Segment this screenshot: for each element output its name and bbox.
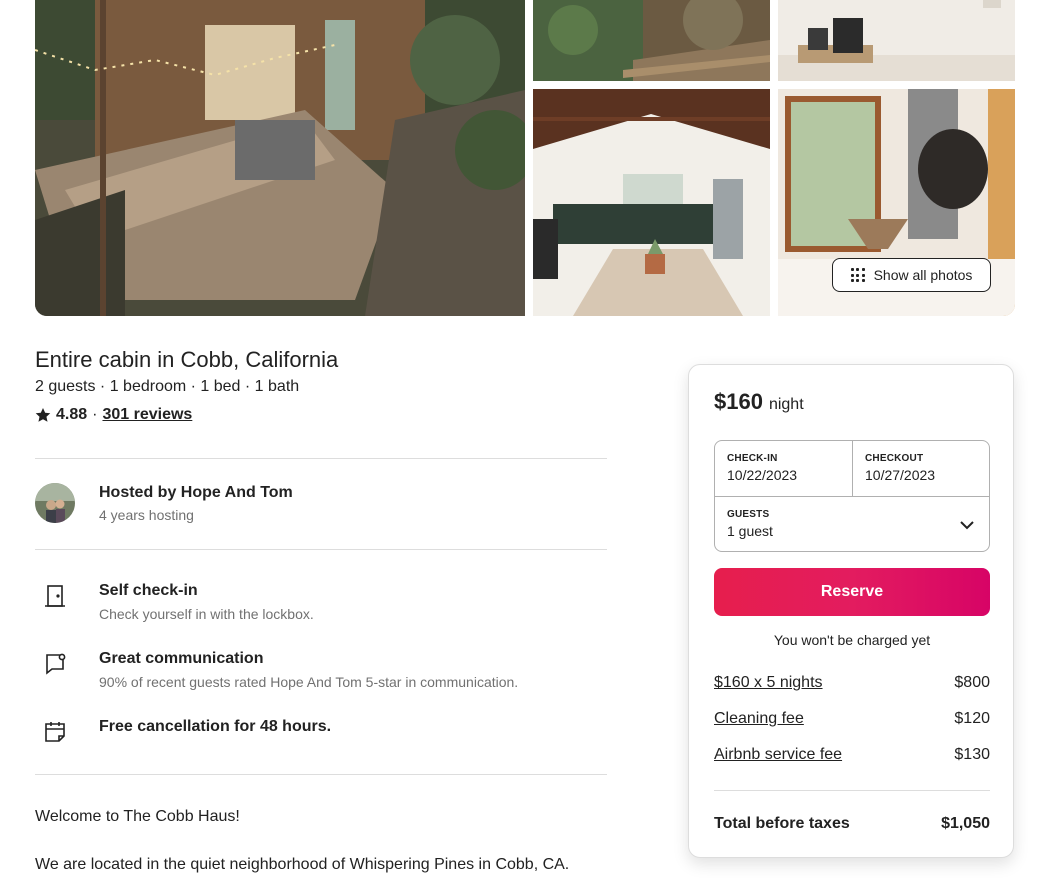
not-charged-note: You won't be charged yet bbox=[773, 632, 931, 648]
fee-amount: $120 bbox=[954, 710, 990, 727]
highlight-desc: Check yourself in with the lockbox. bbox=[99, 606, 314, 622]
fee-label[interactable]: Airbnb service fee bbox=[714, 746, 842, 764]
host-name: Hosted by Hope And Tom bbox=[99, 483, 293, 501]
photo-coffee-station[interactable] bbox=[778, 0, 1015, 81]
fee-label[interactable]: Cleaning fee bbox=[714, 710, 804, 728]
checkout-label: CHECKOUT bbox=[865, 453, 924, 464]
show-all-photos-label: Show all photos bbox=[873, 267, 973, 283]
chevron-down-icon[interactable] bbox=[959, 517, 975, 533]
photo-gallery: Show all photos bbox=[35, 0, 1015, 316]
divider bbox=[714, 790, 990, 791]
total-row: Total before taxes $1,050 bbox=[714, 815, 990, 833]
door-icon bbox=[35, 582, 75, 622]
description-line: Welcome to The Cobb Haus! bbox=[35, 808, 240, 825]
reviews-link[interactable]: 301 reviews bbox=[102, 406, 192, 424]
grid-dots-icon bbox=[850, 268, 865, 282]
listing-details: 2 guests · 1 bedroom · 1 bed · 1 bath bbox=[35, 378, 300, 395]
reserve-button[interactable]: Reserve bbox=[714, 568, 990, 616]
fee-row-cleaning: Cleaning fee $120 bbox=[714, 710, 990, 728]
checkin-label: CHECK-IN bbox=[727, 453, 778, 464]
guests-select[interactable]: GUESTS 1 guest bbox=[715, 497, 989, 552]
photo-kitchen[interactable] bbox=[533, 89, 770, 316]
description-line: We are located in the quiet neighborhood… bbox=[35, 856, 570, 873]
rating-separator: · bbox=[92, 406, 98, 423]
rating-score: 4.88 bbox=[56, 406, 88, 423]
price-unit: night bbox=[768, 396, 804, 413]
divider bbox=[35, 549, 607, 550]
host-tenure: 4 years hosting bbox=[99, 506, 194, 523]
guests-value: 1 guest bbox=[727, 523, 773, 539]
checkin-value: 10/22/2023 bbox=[727, 467, 798, 483]
highlight-communication: Great communication 90% of recent guests… bbox=[35, 650, 518, 690]
highlight-cancellation: Free cancellation for 48 hours. bbox=[35, 718, 331, 744]
date-guest-picker: CHECK-IN 10/22/2023 CHECKOUT 10/27/2023 … bbox=[714, 440, 990, 552]
fee-amount: $800 bbox=[954, 674, 990, 691]
divider bbox=[35, 774, 607, 775]
nightly-price: $160 night bbox=[714, 389, 804, 415]
photo-cabin-deck[interactable] bbox=[35, 0, 525, 316]
total-label: Total before taxes bbox=[714, 815, 850, 832]
booking-card: $160 night CHECK-IN 10/22/2023 CHECKOUT … bbox=[688, 364, 1014, 858]
guests-label: GUESTS bbox=[727, 509, 770, 520]
highlight-title: Self check-in bbox=[99, 582, 198, 599]
fee-row-service: Airbnb service fee $130 bbox=[714, 746, 990, 764]
fee-label[interactable]: $160 x 5 nights bbox=[714, 674, 823, 692]
host-text: Hosted by Hope And Tom 4 years hosting bbox=[99, 484, 293, 523]
checkout-field[interactable]: CHECKOUT 10/27/2023 bbox=[853, 441, 990, 497]
chat-bubble-icon bbox=[35, 650, 75, 690]
rating-row: 4.88 · 301 reviews bbox=[35, 406, 192, 424]
calendar-icon bbox=[35, 718, 75, 744]
total-amount: $1,050 bbox=[941, 815, 990, 832]
fee-amount: $130 bbox=[954, 746, 990, 763]
show-all-photos-button[interactable]: Show all photos bbox=[832, 258, 991, 292]
star-icon bbox=[35, 408, 51, 422]
photo-garden-steps[interactable] bbox=[533, 0, 770, 81]
divider bbox=[35, 458, 607, 459]
highlight-desc: 90% of recent guests rated Hope And Tom … bbox=[99, 674, 519, 690]
highlight-self-checkin: Self check-in Check yourself in with the… bbox=[35, 582, 314, 622]
highlight-title: Great communication bbox=[99, 650, 264, 667]
host-avatar[interactable] bbox=[35, 483, 75, 523]
price-amount: $160 bbox=[714, 389, 763, 414]
host-section: Hosted by Hope And Tom 4 years hosting bbox=[35, 483, 293, 523]
checkout-value: 10/27/2023 bbox=[865, 467, 936, 483]
listing-title: Entire cabin in Cobb, California bbox=[35, 347, 339, 372]
checkin-field[interactable]: CHECK-IN 10/22/2023 bbox=[715, 441, 853, 497]
fee-row-nights: $160 x 5 nights $800 bbox=[714, 674, 990, 692]
highlight-title: Free cancellation for 48 hours. bbox=[99, 718, 332, 735]
